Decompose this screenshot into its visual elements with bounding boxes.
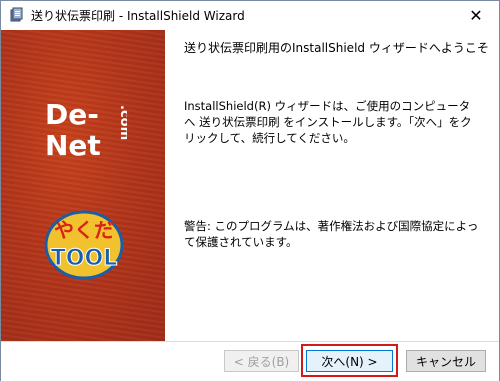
wizard-content: 送り状伝票印刷用のInstallShield ウィザードへようこそ Instal… [165,30,499,341]
svg-text:.com: .com [117,105,127,140]
copyright-warning: 警告: このプログラムは、著作権法および国際協定によって保護されています。 [184,219,479,249]
title-bar: 送り状伝票印刷 - InstallShield Wizard ✕ [1,1,499,30]
wizard-banner: De- Net .com やくだ TOOL [1,30,165,341]
close-icon: ✕ [469,6,483,25]
back-button[interactable]: < 戻る(B) [224,350,299,372]
svg-text:TOOL: TOOL [51,246,117,271]
welcome-heading: 送り状伝票印刷用のInstallShield ウィザードへようこそ [184,41,489,55]
intro-text: InstallShield(R) ウィザードは、ご使用のコンピュータへ 送り状伝… [184,99,472,145]
button-bar: < 戻る(B) 次へ(N) > キャンセル [1,341,499,381]
de-net-logo: De- Net .com [45,98,127,159]
svg-text:やくだ: やくだ [54,218,114,242]
svg-text:De-: De- [45,98,99,131]
yakuda-tool-logo: やくだ TOOL [44,210,124,280]
window-title: 送り状伝票印刷 - InstallShield Wizard [31,9,245,23]
installer-icon [10,7,23,22]
next-button[interactable]: 次へ(N) > [306,350,393,372]
cancel-button[interactable]: キャンセル [406,350,486,372]
close-button[interactable]: ✕ [453,1,499,30]
svg-text:Net: Net [45,129,101,159]
installer-window: 送り状伝票印刷 - InstallShield Wizard ✕ De- Net… [0,0,500,381]
